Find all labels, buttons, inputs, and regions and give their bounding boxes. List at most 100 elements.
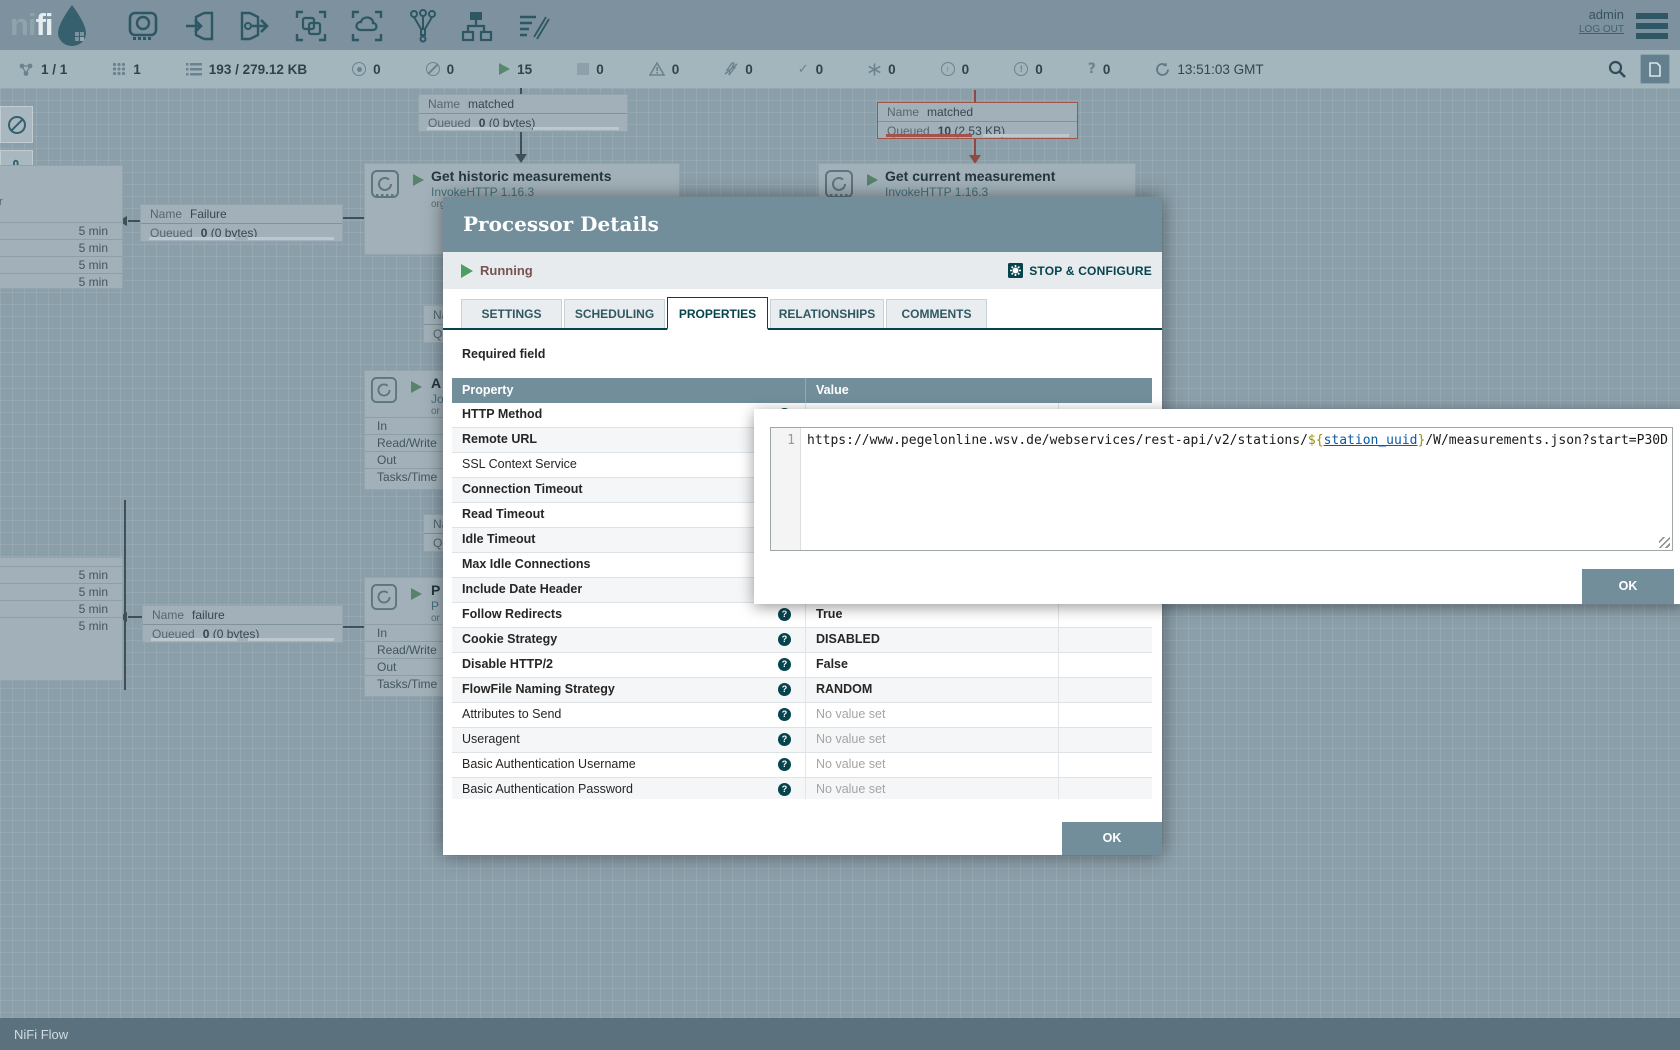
output-port-icon[interactable] <box>238 9 272 43</box>
property-row[interactable]: Follow Redirects?True <box>452 603 1152 628</box>
help-icon[interactable]: ? <box>778 608 791 621</box>
property-row[interactable]: Basic Authentication Password?No value s… <box>452 778 1152 799</box>
property-value[interactable]: DISABLED <box>805 628 1058 652</box>
status-sync-failure: ? 0 <box>1088 61 1111 77</box>
property-row[interactable]: Attributes to Send?No value set <box>452 703 1152 728</box>
connection-line-alert <box>974 138 976 155</box>
tab-relationships[interactable]: RELATIONSHIPS <box>770 299 884 328</box>
property-row[interactable]: Disable HTTP/2?False <box>452 653 1152 678</box>
template-icon[interactable] <box>460 9 494 43</box>
property-name-cell: Read Timeout? <box>452 503 805 527</box>
stale-icon: ↑ <box>941 62 955 76</box>
global-menu-icon[interactable] <box>1636 13 1668 39</box>
queue-indicator-full <box>886 134 972 137</box>
not-transmitting-icon <box>426 62 440 76</box>
required-field-label: Required field <box>462 347 545 361</box>
help-icon[interactable]: ? <box>778 733 791 746</box>
logout-link[interactable]: LOG OUT <box>1579 22 1624 37</box>
app-header: nifi <box>0 0 1680 50</box>
connection-name: failure <box>192 608 225 622</box>
refresh-icon[interactable] <box>1155 62 1170 77</box>
property-row[interactable]: Useragent?No value set <box>452 728 1152 753</box>
disabled-icon <box>724 62 738 76</box>
property-name: Connection Timeout <box>462 482 583 496</box>
processor-clipped-left-top[interactable]: r 5 min5 min5 min5 min <box>0 165 123 289</box>
connection-line <box>343 626 365 628</box>
property-value[interactable]: No value set <box>805 778 1058 799</box>
property-row[interactable]: Cookie Strategy?DISABLED <box>452 628 1152 653</box>
property-name: Follow Redirects <box>462 607 562 621</box>
running-indicator-icon <box>411 381 422 393</box>
editor-ok-button[interactable]: OK <box>1582 569 1674 604</box>
processor-icon[interactable] <box>126 9 160 43</box>
sync-failure-icon: ? <box>1088 61 1096 77</box>
help-icon[interactable]: ? <box>778 658 791 671</box>
processor-title-fragment: A <box>431 375 441 391</box>
connection-label-alert[interactable]: Namematched Queued10 (2.53 KB) <box>877 102 1078 139</box>
property-name: HTTP Method <box>462 407 542 421</box>
locally-modified-stale-count: 0 <box>1035 62 1043 77</box>
running-status-icon <box>461 264 473 278</box>
label-icon[interactable] <box>516 9 550 43</box>
property-row[interactable]: Basic Authentication Username?No value s… <box>452 753 1152 778</box>
value-editor[interactable]: 1 https://www.pegelonline.wsv.de/webserv… <box>770 427 1673 551</box>
property-name-cell: Remote URL? <box>452 428 805 452</box>
property-name-cell: Include Date Header? <box>452 578 805 602</box>
editor-code-line[interactable]: https://www.pegelonline.wsv.de/webservic… <box>807 433 1670 548</box>
help-icon[interactable]: ? <box>778 758 791 771</box>
locally-modified-stale-icon: ! <box>1014 62 1028 76</box>
connection-name-label: Name <box>428 97 460 111</box>
funnel-icon[interactable] <box>406 9 440 43</box>
tab-scheduling[interactable]: SCHEDULING <box>564 299 665 328</box>
connection-name: Failure <box>190 207 227 221</box>
property-value[interactable]: No value set <box>805 728 1058 752</box>
processor-type-fragment: Jo <box>431 392 444 406</box>
help-icon[interactable]: ? <box>778 708 791 721</box>
tab-settings[interactable]: SETTINGS <box>461 299 562 328</box>
breadcrumb[interactable]: NiFi Flow <box>14 1027 68 1042</box>
nifi-logo: nifi <box>10 4 89 46</box>
stop-and-configure-button[interactable]: STOP & CONFIGURE <box>1008 263 1152 278</box>
property-value[interactable]: No value set <box>805 753 1058 777</box>
search-icon[interactable] <box>1608 60 1626 78</box>
flow-status-bar: 1 / 1 1 193 / 279.12 KB 0 0 15 0 <box>0 50 1680 88</box>
processor-type-fragment: P <box>431 599 439 613</box>
status-disabled: 0 <box>724 62 753 77</box>
input-port-icon[interactable] <box>182 9 216 43</box>
property-value[interactable]: RANDOM <box>805 678 1058 702</box>
property-name-cell: Follow Redirects? <box>452 603 805 627</box>
property-name-cell: Cookie Strategy? <box>452 628 805 652</box>
processor-clipped-left-bottom[interactable]: 5 min5 min5 min5 min <box>0 557 123 681</box>
property-value[interactable]: No value set <box>805 703 1058 727</box>
status-stale: ↑ 0 <box>941 62 970 77</box>
processor-type-icon <box>371 377 397 403</box>
dialog-ok-button[interactable]: OK <box>1062 822 1162 855</box>
el-open-delimiter: ${ <box>1308 433 1324 448</box>
property-name: Max Idle Connections <box>462 557 591 571</box>
property-extra-cell <box>1058 703 1152 727</box>
help-icon[interactable]: ? <box>778 783 791 796</box>
property-value[interactable]: False <box>805 653 1058 677</box>
property-name-cell: Attributes to Send? <box>452 703 805 727</box>
stopped-count: 0 <box>596 62 604 77</box>
connection-label[interactable]: NameFailure Queued0 (0 bytes) <box>140 204 343 242</box>
property-value[interactable]: True <box>805 603 1058 627</box>
property-name-cell: SSL Context Service? <box>452 453 805 477</box>
property-row[interactable]: FlowFile Naming Strategy?RANDOM <box>452 678 1152 703</box>
connection-line <box>520 132 522 154</box>
help-icon[interactable]: ? <box>778 633 791 646</box>
process-group-icon[interactable] <box>294 9 328 43</box>
connection-label[interactable]: Namefailure Queued0 (0 bytes) <box>142 605 343 643</box>
remote-process-group-icon[interactable] <box>350 9 384 43</box>
tab-comments[interactable]: COMMENTS <box>886 299 987 328</box>
connection-label[interactable]: Namematched Queued0 (0 bytes) <box>418 94 628 132</box>
processor-stat: 5 min <box>0 273 122 290</box>
connection-name-label: Name <box>887 105 919 119</box>
property-extra-cell <box>1058 603 1152 627</box>
tab-properties[interactable]: PROPERTIES <box>667 297 768 330</box>
edge-button-ban[interactable] <box>0 106 33 143</box>
property-name: Remote URL <box>462 432 537 446</box>
canvas-action-button[interactable] <box>1640 54 1670 84</box>
resize-grip[interactable] <box>1659 537 1670 548</box>
help-icon[interactable]: ? <box>778 683 791 696</box>
